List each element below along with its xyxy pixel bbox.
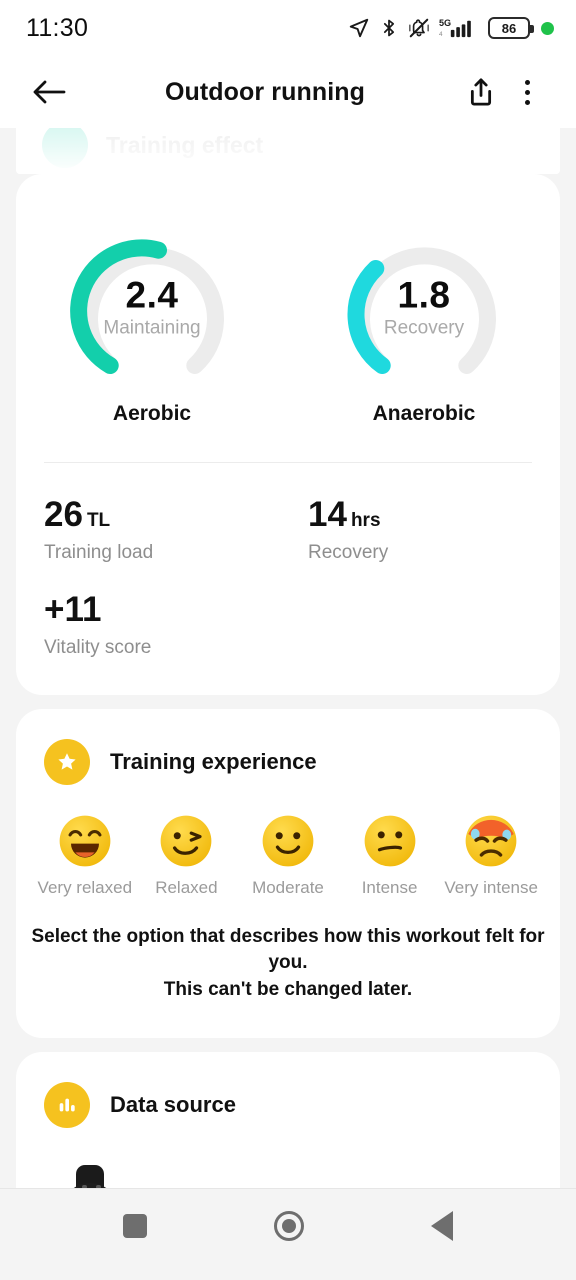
back-nav-button[interactable] bbox=[430, 1210, 453, 1241]
signal-5g-icon: 5G 4 bbox=[439, 16, 479, 40]
grinning-squinting-face-icon bbox=[59, 815, 111, 866]
scroll-fade-mask bbox=[16, 128, 560, 174]
stat-vitality-score-value: +11 bbox=[44, 589, 280, 629]
training-effect-card: 2.4 Maintaining Aerobic 1.8 Recovery Ana… bbox=[16, 174, 560, 695]
winking-face-icon bbox=[161, 815, 212, 866]
scroll-content[interactable]: Training effect 2.4 Maintaining bbox=[0, 128, 576, 1262]
stat-value-text: +11 bbox=[44, 589, 102, 629]
stat-training-load: 26 TL Training load bbox=[16, 495, 280, 564]
stat-recovery: 14 hrs Recovery bbox=[280, 495, 560, 564]
mood-option-intense[interactable]: Intense bbox=[339, 813, 441, 898]
neutral-face-icon bbox=[364, 815, 415, 866]
home-button[interactable] bbox=[273, 1210, 304, 1241]
mood-label: Intense bbox=[361, 877, 418, 897]
bluetooth-icon bbox=[379, 17, 399, 39]
training-experience-hint: Select the option that describes how thi… bbox=[16, 898, 560, 1039]
bar-chart-icon bbox=[44, 1082, 90, 1129]
stat-training-load-value: 26 TL bbox=[44, 495, 280, 534]
gauge-anaerobic-ring: 1.8 Recovery bbox=[342, 230, 507, 388]
mood-option-relaxed[interactable]: Relaxed bbox=[136, 813, 238, 898]
gauge-anaerobic-value: 1.8 bbox=[397, 274, 451, 316]
stats-row-1: 26 TL Training load 14 hrs Recovery bbox=[16, 495, 560, 564]
stat-training-load-caption: Training load bbox=[44, 541, 154, 563]
mood-label: Relaxed bbox=[155, 877, 218, 897]
mood-label: Very intense bbox=[444, 877, 538, 897]
gauge-aerobic-center: 2.4 Maintaining bbox=[70, 274, 235, 339]
stats-grid: 26 TL Training load 14 hrs Recovery +11 … bbox=[16, 463, 560, 695]
stat-recovery-value: 14 hrs bbox=[308, 495, 560, 534]
status-icons: 5G 4 86 bbox=[348, 16, 554, 40]
gauge-aerobic-value: 2.4 bbox=[125, 274, 179, 316]
gauge-anaerobic-label: Anaerobic bbox=[372, 402, 476, 425]
share-button[interactable] bbox=[458, 69, 504, 115]
gauge-anaerobic-status: Recovery bbox=[383, 317, 465, 339]
training-experience-card: Training experience Very relaxed Relaxed… bbox=[16, 708, 560, 1039]
hint-line-2: This can't be changed later. bbox=[163, 979, 413, 1001]
gauge-aerobic-status: Maintaining bbox=[103, 317, 201, 339]
mood-option-moderate[interactable]: Moderate bbox=[237, 813, 339, 898]
gauge-aerobic: 2.4 Maintaining Aerobic bbox=[16, 230, 288, 426]
stat-vitality-score-caption: Vitality score bbox=[44, 636, 152, 658]
back-button[interactable] bbox=[26, 69, 72, 115]
star-icon bbox=[44, 738, 90, 785]
status-time: 11:30 bbox=[26, 13, 89, 42]
page-title: Outdoor running bbox=[164, 77, 366, 106]
stat-value-text: 14 bbox=[308, 495, 347, 534]
location-arrow-icon bbox=[348, 17, 370, 39]
gauge-anaerobic-center: 1.8 Recovery bbox=[342, 274, 507, 339]
stat-unit-text: TL bbox=[86, 510, 111, 531]
app-bar: Outdoor running bbox=[0, 56, 576, 128]
mood-options: Very relaxed Relaxed Moderate Intense Ve… bbox=[16, 785, 560, 898]
phone-screen: 11:30 5G 4 86 Outdoor running 2.4 Mainta… bbox=[0, 0, 576, 1280]
gauges-row: 2.4 Maintaining Aerobic 1.8 Recovery Ana… bbox=[16, 174, 560, 432]
recents-button[interactable] bbox=[123, 1213, 148, 1238]
android-nav-bar bbox=[0, 1188, 576, 1262]
hint-line-1: Select the option that describes how thi… bbox=[31, 925, 545, 974]
stats-row-2: +11 Vitality score bbox=[16, 589, 560, 659]
mood-option-very-relaxed[interactable]: Very relaxed bbox=[34, 813, 136, 898]
training-effect-section-header: Training effect bbox=[16, 128, 560, 174]
mood-option-very-intense[interactable]: Very intense bbox=[440, 813, 542, 898]
gauge-aerobic-label: Aerobic bbox=[112, 402, 192, 425]
status-bar: 11:30 5G 4 86 bbox=[0, 0, 576, 56]
svg-text:5G: 5G bbox=[439, 18, 451, 28]
stat-recovery-caption: Recovery bbox=[308, 541, 389, 563]
gauge-aerobic-ring: 2.4 Maintaining bbox=[69, 230, 235, 388]
stat-vitality-score: +11 Vitality score bbox=[16, 589, 280, 659]
mood-label: Moderate bbox=[252, 877, 324, 897]
stat-value-text: 26 bbox=[44, 495, 83, 534]
battery-icon: 86 bbox=[488, 17, 534, 39]
training-experience-title: Training experience bbox=[110, 748, 317, 774]
recording-dot-icon bbox=[541, 21, 554, 35]
kebab-icon bbox=[524, 79, 530, 105]
slightly-smiling-face-icon bbox=[262, 815, 314, 866]
vibrate-mute-icon bbox=[408, 17, 430, 39]
battery-level: 86 bbox=[501, 20, 517, 36]
stat-spacer bbox=[280, 592, 560, 659]
more-options-button[interactable] bbox=[504, 69, 550, 115]
svg-text:4: 4 bbox=[439, 31, 443, 38]
data-source-title: Data source bbox=[110, 1092, 236, 1118]
hot-sweating-face-icon bbox=[465, 815, 517, 866]
stat-unit-text: hrs bbox=[350, 510, 381, 531]
training-experience-header: Training experience bbox=[16, 709, 560, 785]
mood-label: Very relaxed bbox=[37, 877, 133, 897]
data-source-header: Data source bbox=[16, 1052, 560, 1129]
gauge-anaerobic: 1.8 Recovery Anaerobic bbox=[288, 230, 560, 426]
